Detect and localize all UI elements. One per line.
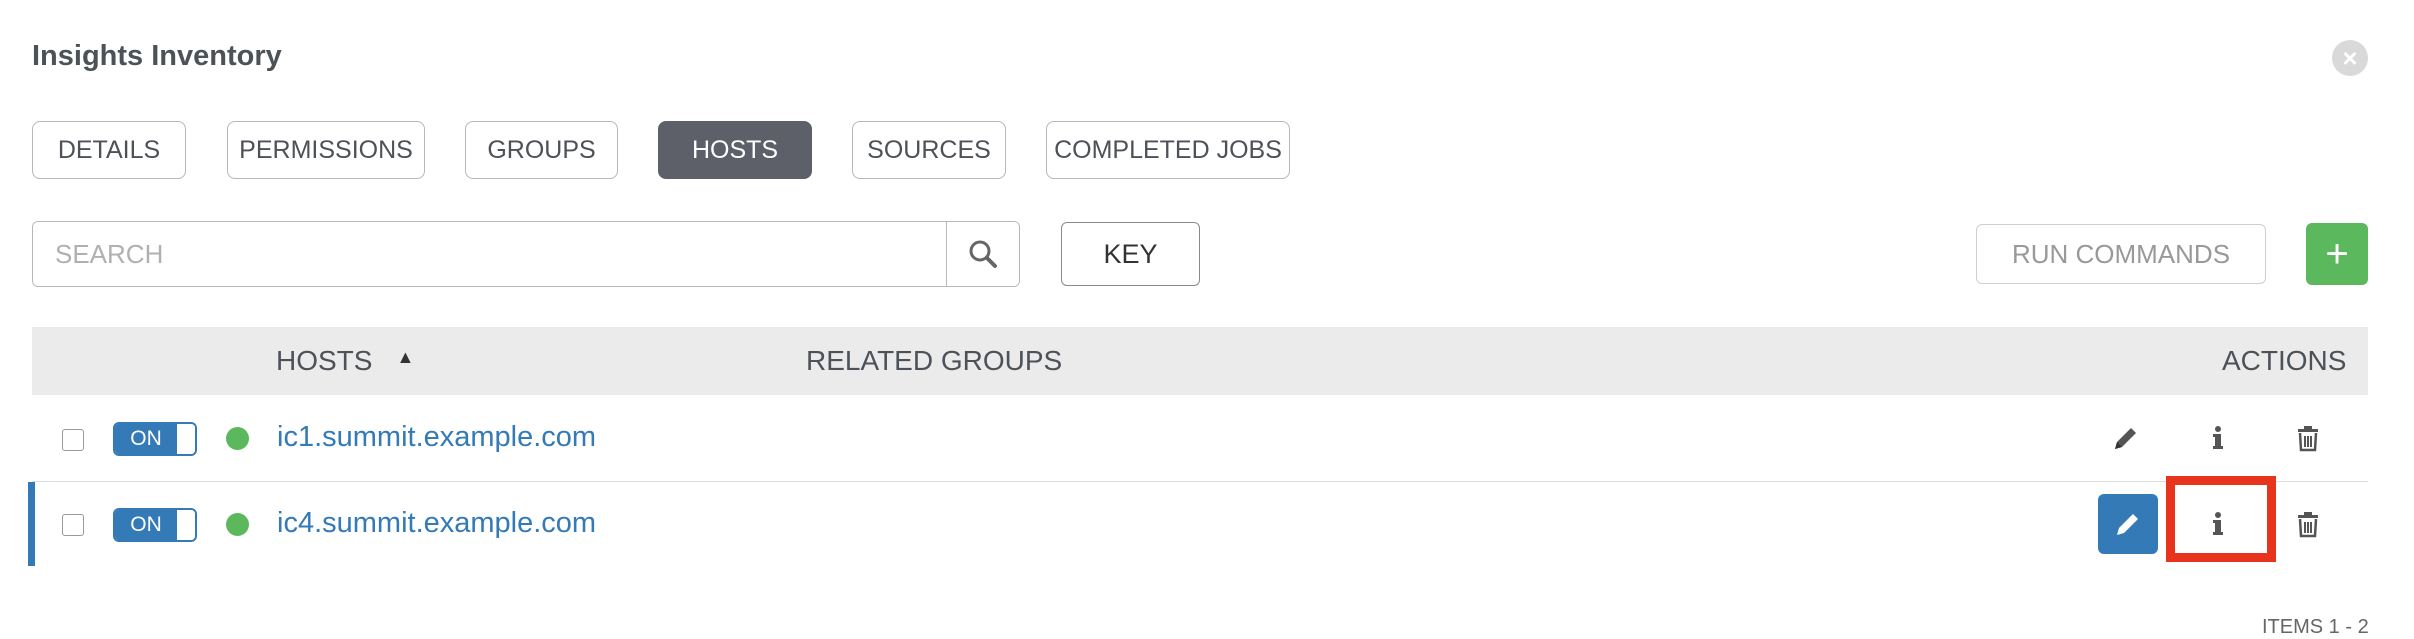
- tab-permissions[interactable]: PERMISSIONS: [227, 121, 425, 179]
- tab-details[interactable]: DETAILS: [32, 121, 186, 179]
- host-link[interactable]: ic4.summit.example.com: [277, 507, 596, 540]
- sort-ascending-icon[interactable]: ▲: [396, 347, 414, 368]
- edit-button[interactable]: [2096, 408, 2156, 468]
- pencil-icon: [2115, 428, 2136, 449]
- trash-icon: [2298, 426, 2318, 452]
- tab-groups[interactable]: GROUPS: [465, 121, 618, 179]
- toggle-on-label: ON: [115, 510, 177, 540]
- trash-icon: [2298, 512, 2318, 538]
- enabled-toggle[interactable]: ON: [113, 508, 197, 542]
- search-input[interactable]: [33, 222, 946, 286]
- search-icon: [969, 240, 997, 268]
- search-box: [32, 221, 1020, 287]
- tab-hosts[interactable]: HOSTS: [658, 121, 812, 179]
- host-link[interactable]: ic1.summit.example.com: [277, 421, 596, 454]
- close-icon[interactable]: ×: [2332, 40, 2368, 76]
- toggle-on-label: ON: [115, 424, 177, 454]
- tab-sources[interactable]: SOURCES: [852, 121, 1006, 179]
- row-checkbox[interactable]: [62, 514, 84, 536]
- row-checkbox[interactable]: [62, 429, 84, 451]
- pencil-icon: [2117, 514, 2138, 535]
- toggle-knob: [177, 424, 195, 454]
- column-header-hosts-label: HOSTS: [276, 345, 373, 376]
- items-count: ITEMS 1 - 2: [2262, 616, 2369, 638]
- table-row: ON ic4.summit.example.com: [32, 482, 2368, 568]
- column-header-hosts[interactable]: HOSTS ▲: [276, 327, 414, 395]
- info-button[interactable]: [2188, 408, 2248, 468]
- edit-button[interactable]: [2098, 494, 2158, 554]
- run-commands-button[interactable]: RUN COMMANDS: [1976, 224, 2266, 284]
- key-button[interactable]: KEY: [1061, 222, 1200, 286]
- info-button[interactable]: [2188, 494, 2248, 554]
- info-icon: [2213, 512, 2223, 535]
- delete-button[interactable]: [2278, 494, 2338, 554]
- status-dot: [226, 427, 249, 450]
- status-dot: [226, 513, 249, 536]
- tab-completed-jobs[interactable]: COMPLETED JOBS: [1046, 121, 1290, 179]
- toggle-knob: [177, 510, 195, 540]
- table-row: ON ic1.summit.example.com: [32, 395, 2368, 482]
- panel-title: Insights Inventory: [32, 40, 282, 72]
- table-header: HOSTS ▲ RELATED GROUPS ACTIONS: [32, 327, 2368, 395]
- search-button[interactable]: [946, 222, 1019, 286]
- delete-button[interactable]: [2278, 408, 2338, 468]
- info-icon: [2213, 426, 2223, 449]
- add-button[interactable]: +: [2306, 223, 2368, 285]
- column-header-related-groups: RELATED GROUPS: [806, 345, 1063, 376]
- column-header-actions: ACTIONS: [2222, 345, 2347, 376]
- enabled-toggle[interactable]: ON: [113, 422, 197, 456]
